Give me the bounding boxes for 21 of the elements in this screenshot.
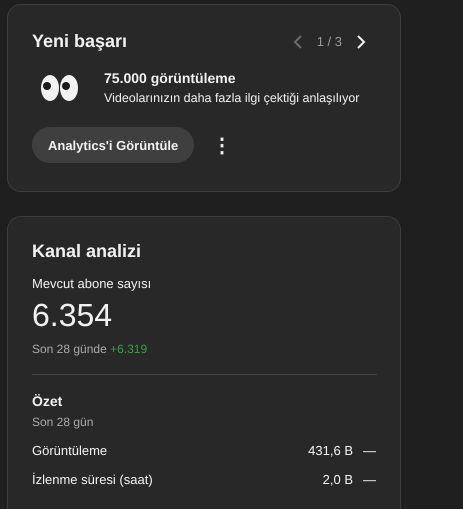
metric-label: İzlenme süresi (saat) xyxy=(32,472,154,487)
summary-title: Özet xyxy=(32,393,64,409)
metric-value: 431,6 B xyxy=(308,443,353,458)
chevron-right-icon xyxy=(356,34,366,50)
milestone-description: Videolarınızın daha fazla ilgi çektiği anlaşılıyor xyxy=(104,91,360,105)
view-analytics-button[interactable]: Analytics'i Görüntüle xyxy=(32,127,194,163)
page-counter: 1 / 3 xyxy=(316,34,342,49)
subscriber-count: 6.354 xyxy=(32,297,114,334)
subscribers-label: Mevcut abone sayısı xyxy=(32,276,152,291)
chevron-left-icon xyxy=(292,34,303,50)
change-period: Son 28 günde xyxy=(32,342,107,356)
summary-period: Son 28 gün xyxy=(32,415,94,429)
milestone-title: 75.000 görüntüleme xyxy=(104,70,236,86)
metric-value: 2,0 B xyxy=(322,472,353,487)
card-title: Yeni başarı xyxy=(32,31,128,52)
metric-trend: — xyxy=(363,443,377,458)
card-title: Kanal analizi xyxy=(32,241,142,262)
metric-label: Görüntüleme xyxy=(32,443,108,458)
more-menu-button[interactable]: ⋮ xyxy=(208,132,236,158)
metric-trend: — xyxy=(363,472,377,487)
change-value: +6.319 xyxy=(110,342,148,356)
